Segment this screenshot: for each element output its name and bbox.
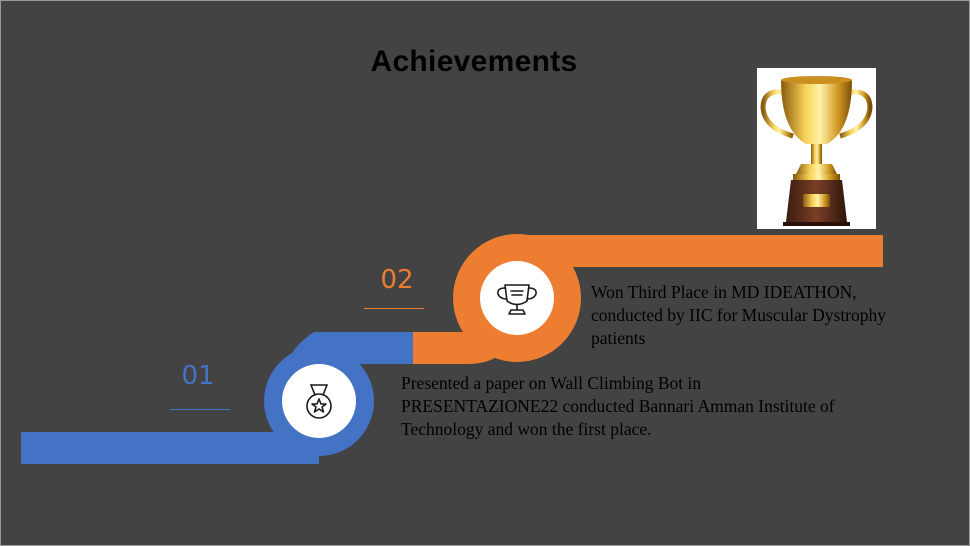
gold-trophy-image	[757, 68, 876, 229]
slide: Achievements 01 02 Presented a paper on …	[0, 0, 970, 546]
step-01-description: Presented a paper on Wall Climbing Bot i…	[401, 373, 835, 439]
step-02-underline	[364, 308, 424, 309]
step-02-number: 02	[380, 265, 414, 295]
gold-trophy-icon	[760, 76, 873, 226]
step-01-number: 01	[181, 361, 215, 391]
step-01-underline	[170, 409, 230, 410]
step-02-description: Won Third Place in MD IDEATHON, conducte…	[591, 282, 887, 348]
step-02-node-center	[480, 261, 554, 335]
